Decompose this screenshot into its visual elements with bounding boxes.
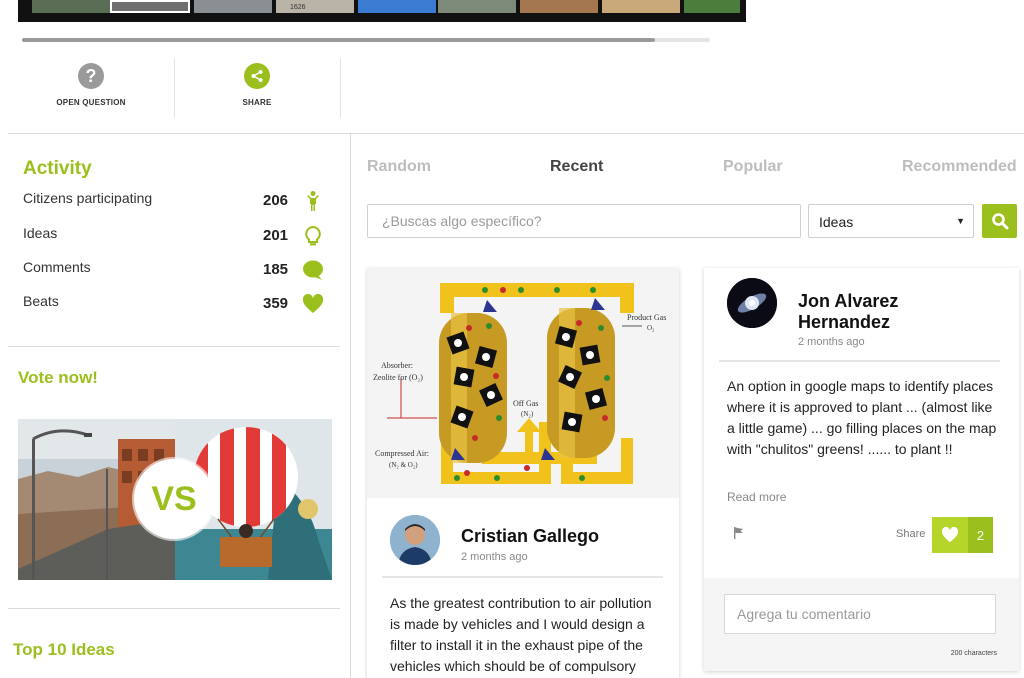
gallery-thumbnail[interactable] xyxy=(602,0,680,13)
gallery-thumbnail[interactable] xyxy=(32,0,110,13)
open-question-button[interactable]: ? OPEN QUESTION xyxy=(8,58,174,118)
activity-count: 206 xyxy=(263,192,289,209)
activity-row-comments: Comments 185 xyxy=(23,259,323,283)
sort-tabs: Random Recent Popular Recommended xyxy=(351,158,1024,182)
image-gallery-strip: 1626 xyxy=(18,0,746,22)
tab-recent[interactable]: Recent xyxy=(550,158,603,176)
activity-row-ideas: Ideas 201 xyxy=(23,225,323,249)
share-icon xyxy=(244,63,270,89)
open-question-label: OPEN QUESTION xyxy=(56,98,126,107)
read-more-link[interactable]: Read more xyxy=(727,490,786,504)
gallery-thumbnail[interactable]: 1626 xyxy=(276,0,354,13)
gallery-scrollbar[interactable] xyxy=(22,38,710,42)
share-link[interactable]: Share xyxy=(896,528,925,540)
caret-down-icon: ▼ xyxy=(956,216,965,226)
gallery-thumbnail[interactable] xyxy=(438,0,516,13)
heart-icon xyxy=(941,527,959,543)
category-select-value: Ideas xyxy=(819,214,854,230)
activity-count: 359 xyxy=(263,295,289,312)
avatar[interactable] xyxy=(727,278,777,328)
versus-badge: VS xyxy=(134,459,214,539)
oxygen-concentrator-diagram: Product Gas O₂ Absorber: Zeolite for (O₂… xyxy=(373,283,666,484)
flag-icon[interactable] xyxy=(732,526,746,540)
top-ideas-title: Top 10 Ideas xyxy=(13,640,115,659)
lightbulb-icon xyxy=(305,225,321,246)
question-icon: ? xyxy=(78,63,104,89)
comment-section: 200 characters xyxy=(704,578,1019,671)
idea-text: As the greatest contribution to air poll… xyxy=(390,595,652,674)
activity-label: Beats xyxy=(23,293,59,309)
diagram-label-off-gas-formula: (N₂) xyxy=(521,410,534,418)
gallery-thumbnail-caption: 1626 xyxy=(290,4,306,11)
activity-row-citizens: Citizens participating 206 xyxy=(23,190,323,214)
left-sidebar: Activity Citizens participating 206 Idea… xyxy=(8,134,350,678)
diagram-label-off-gas: Off Gas xyxy=(513,399,538,408)
post-time: 2 months ago xyxy=(798,336,865,348)
search-icon xyxy=(991,213,1008,230)
avatar[interactable] xyxy=(390,515,440,565)
gallery-thumbnail[interactable] xyxy=(358,0,436,13)
tab-random[interactable]: Random xyxy=(367,158,431,176)
tab-recommended[interactable]: Recommended xyxy=(902,158,1017,176)
column-divider xyxy=(350,134,351,678)
idea-text: An option in google maps to identify pla… xyxy=(727,378,997,457)
section-divider xyxy=(8,346,340,347)
search-button[interactable] xyxy=(982,204,1017,238)
vote-title: Vote now! xyxy=(18,368,98,387)
character-limit: 200 characters xyxy=(950,650,997,657)
gallery-thumbnail-active[interactable] xyxy=(110,0,190,13)
diagram-label-absorber: Absorber: xyxy=(381,361,413,370)
author-name[interactable]: Cristian Gallego xyxy=(461,526,599,547)
activity-count: 201 xyxy=(263,227,289,244)
activity-label: Comments xyxy=(23,259,91,275)
category-select[interactable]: Ideas ▼ xyxy=(808,204,974,238)
tab-popular[interactable]: Popular xyxy=(723,158,783,176)
gallery-thumbnail[interactable] xyxy=(194,0,272,13)
section-divider xyxy=(8,608,340,609)
diagram-label-product-gas-formula: O₂ xyxy=(647,324,655,332)
author-name-line2[interactable]: Hernandez xyxy=(798,312,890,333)
idea-card[interactable]: Jon Alvarez Hernandez 2 months ago An op… xyxy=(704,268,1019,671)
like-button[interactable] xyxy=(932,517,968,553)
like-count: 2 xyxy=(968,517,993,553)
user-photo xyxy=(390,515,440,565)
post-time: 2 months ago xyxy=(461,551,528,563)
heart-icon xyxy=(302,293,324,313)
user-photo xyxy=(727,278,777,328)
divider xyxy=(340,58,341,118)
person-icon xyxy=(307,191,319,211)
activity-label: Citizens participating xyxy=(23,190,153,206)
divider xyxy=(719,360,1000,362)
activity-title: Activity xyxy=(23,158,92,179)
idea-action-row: ? OPEN QUESTION SHARE xyxy=(8,58,341,118)
comment-bubble-icon xyxy=(303,260,323,280)
idea-card[interactable]: Product Gas O₂ Absorber: Zeolite for (O₂… xyxy=(367,268,679,678)
gallery-thumbnail[interactable] xyxy=(520,0,598,13)
diagram-label-compressed-air-formula: (N₂ & O₂) xyxy=(389,461,418,469)
idea-image: Product Gas O₂ Absorber: Zeolite for (O₂… xyxy=(367,268,679,498)
share-label: SHARE xyxy=(242,98,272,107)
gallery-scrollbar-thumb[interactable] xyxy=(22,38,655,42)
divider xyxy=(382,576,663,578)
activity-row-beats: Beats 359 xyxy=(23,293,324,317)
diagram-label-compressed-air: Compressed Air: xyxy=(375,449,429,458)
search-input[interactable] xyxy=(367,204,801,238)
diagram-label-product-gas: Product Gas xyxy=(627,313,666,322)
share-button[interactable]: SHARE xyxy=(174,58,340,118)
vote-versus-image[interactable]: VS xyxy=(18,419,332,580)
activity-count: 185 xyxy=(263,261,289,278)
gallery-thumbnail[interactable] xyxy=(684,0,740,13)
comment-input[interactable] xyxy=(724,594,996,634)
diagram-label-zeolite: Zeolite for (O₂) xyxy=(373,373,423,382)
author-name-line1[interactable]: Jon Alvarez xyxy=(798,291,898,312)
activity-label: Ideas xyxy=(23,225,58,241)
